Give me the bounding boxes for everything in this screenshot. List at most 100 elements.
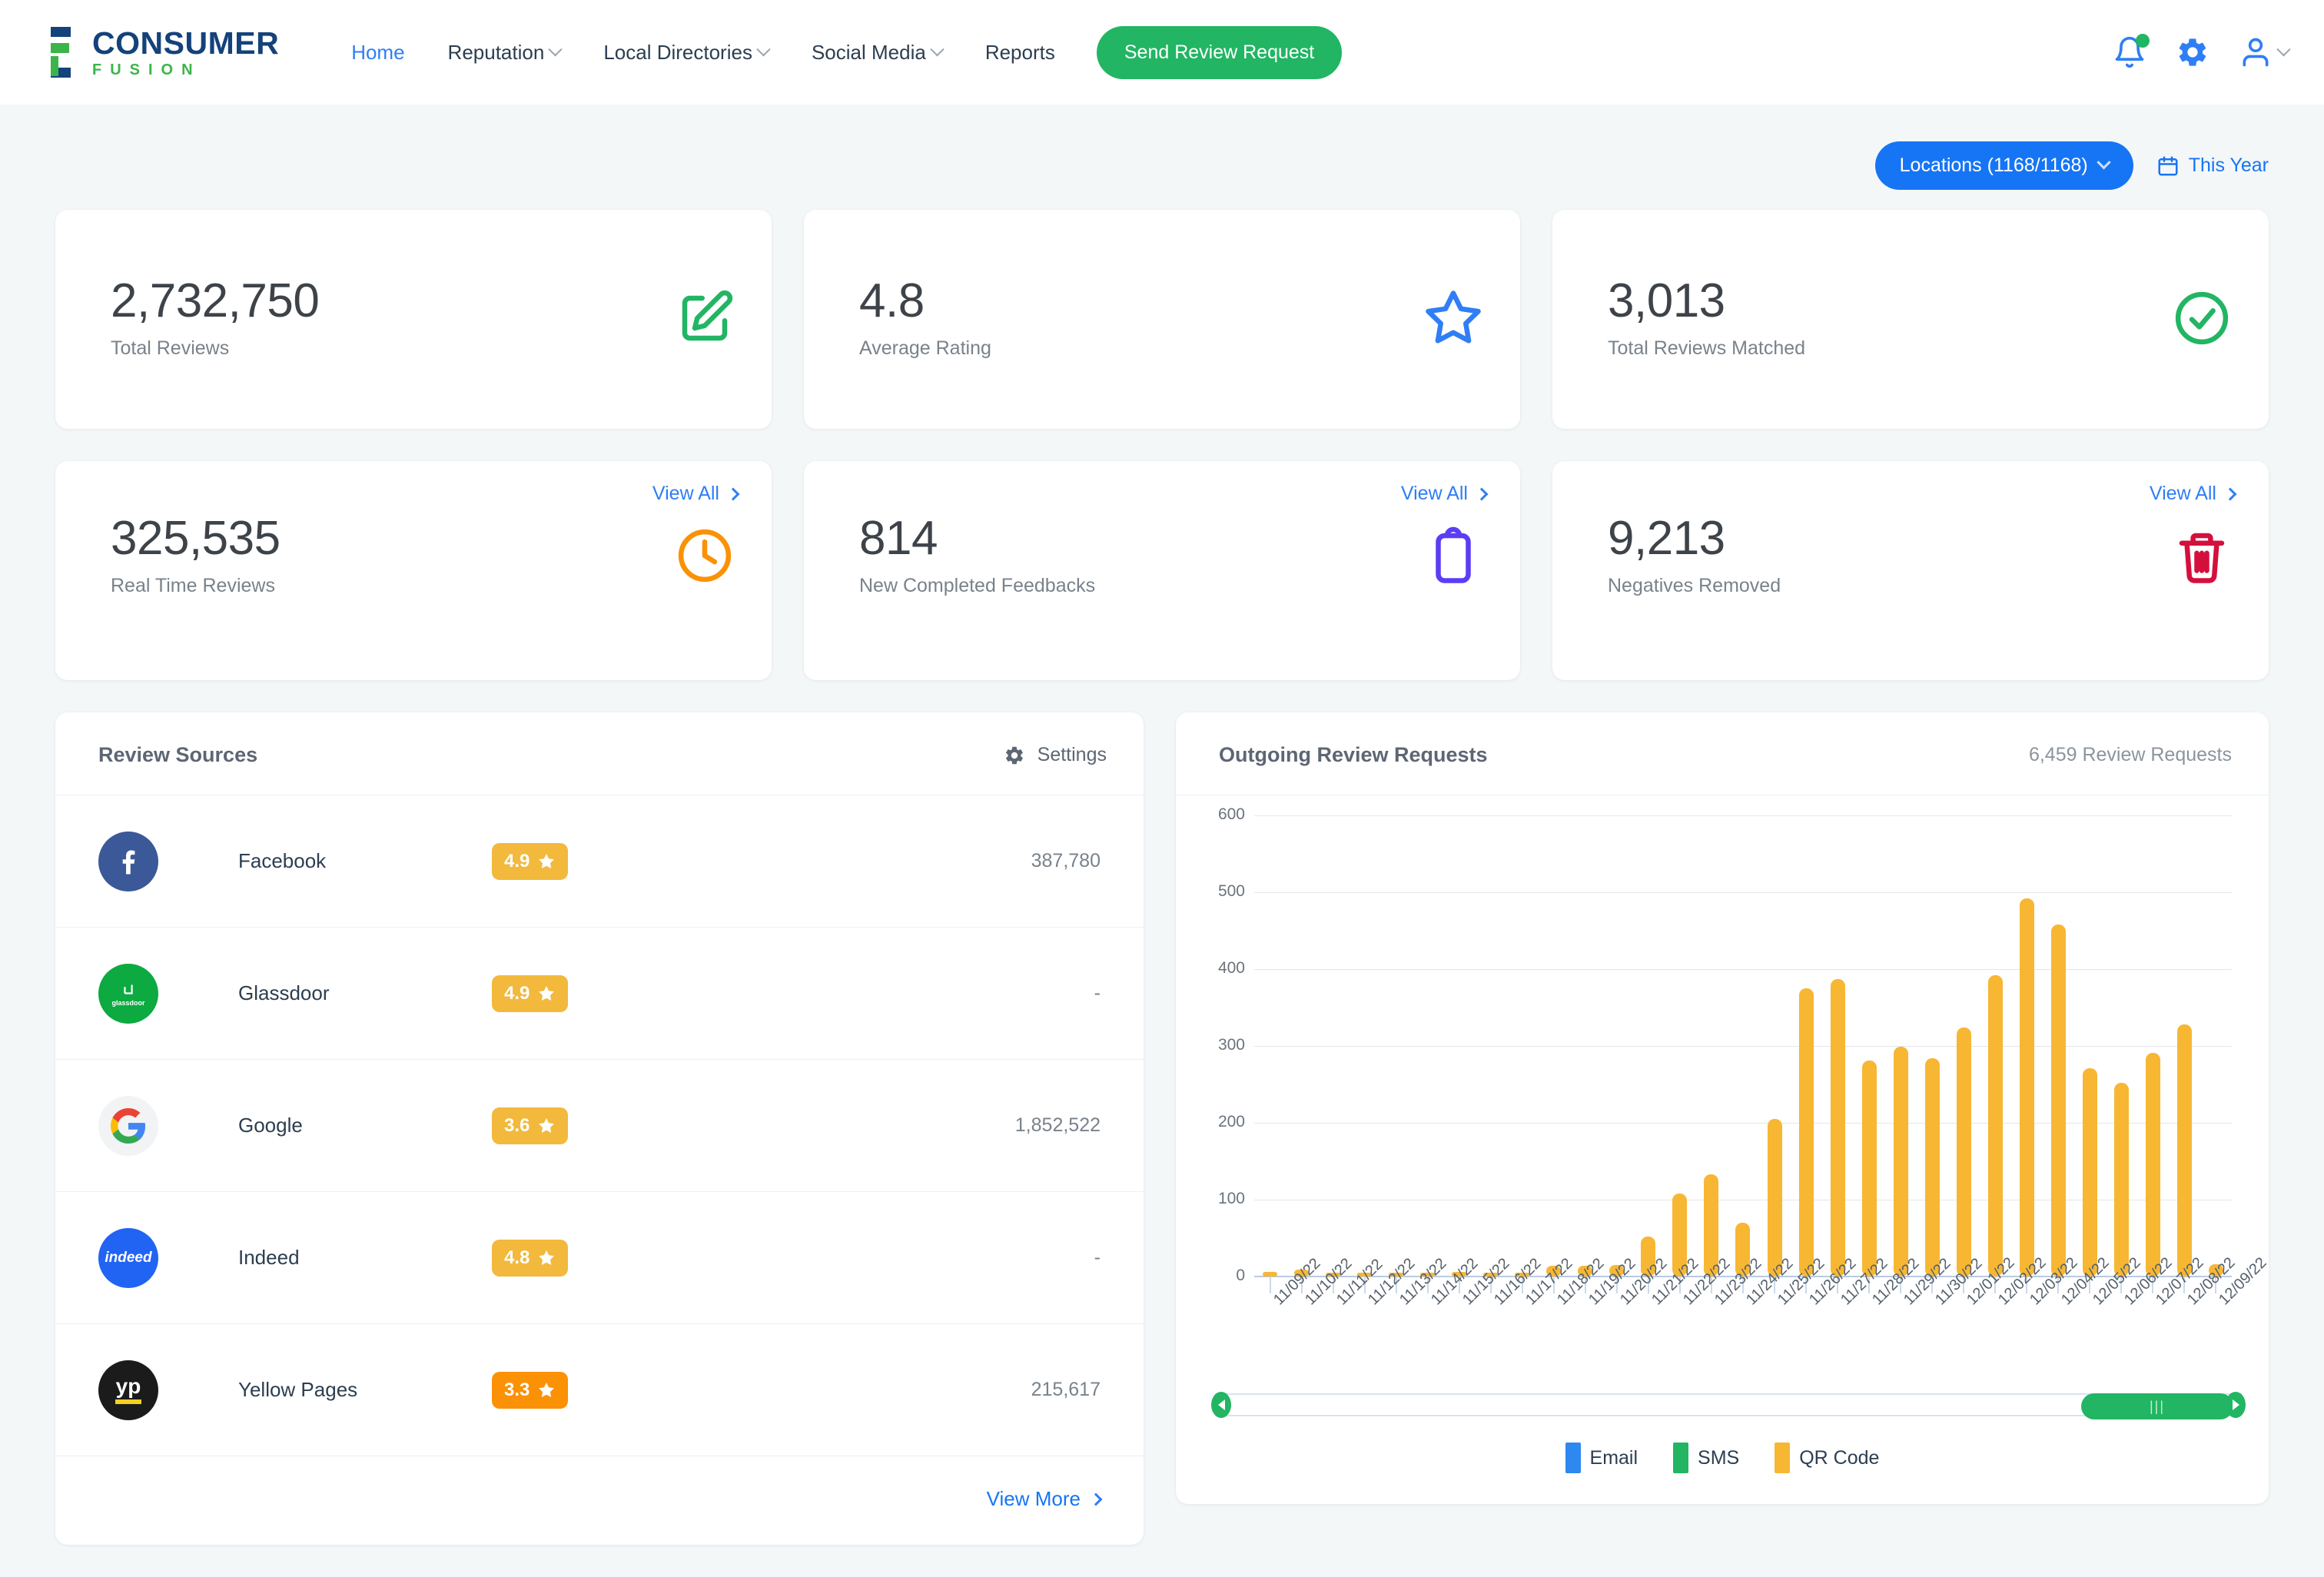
bar-slot [2011,815,2043,1277]
view-all-link[interactable]: View All [2149,483,2237,505]
x-label-slot: 11/24/22 [1727,1255,1797,1386]
bar[interactable] [1924,1058,1940,1277]
legend-item[interactable]: QR Code [1775,1443,1879,1473]
legend-label: SMS [1698,1446,1740,1469]
legend-item[interactable]: SMS [1673,1443,1739,1473]
settings-button[interactable] [2176,35,2209,69]
star-icon [539,853,555,868]
edit-square-icon [672,285,738,351]
stat-value: 814 [859,512,938,566]
bar[interactable] [1987,975,2003,1277]
scroll-right-arrow-icon[interactable] [2226,1392,2246,1418]
bar[interactable] [1893,1047,1908,1277]
chevron-down-icon [930,42,945,56]
locations-filter-button[interactable]: Locations (1168/1168) [1874,141,2133,190]
table-row[interactable]: Facebook 4.9 387,780 [55,795,1144,928]
source-name: Glassdoor [238,981,330,1004]
bar-slot [1601,815,1632,1277]
table-row[interactable]: yp Yellow Pages 3.3 215,617 [55,1324,1144,1456]
dashboard-page: Locations (1168/1168) This Year 2,732,75… [0,105,2324,1545]
chevron-right-icon [1475,487,1489,500]
x-label-slot: 11/22/22 [1664,1255,1734,1386]
rating-badge: 4.8 [492,1239,569,1277]
view-all-label: View All [1400,483,1468,504]
view-all-link[interactable]: View All [1400,483,1489,505]
bar[interactable] [2113,1083,2129,1277]
chart-plot-area: 600 500 400 300 200 100 0 [1202,805,2243,1284]
trash-icon [2169,523,2235,589]
table-row[interactable]: glassdoor Glassdoor 4.9 - [55,928,1144,1060]
nav-item-label: Reputation [447,40,545,64]
axis-tick [1269,1277,1271,1293]
bar[interactable] [1861,1061,1877,1277]
y-axis-tick-label: 600 [1217,805,1245,823]
stat-label: Negatives Removed [1608,574,1781,596]
stat-label: Total Reviews [111,337,230,359]
star-icon [539,985,555,1001]
x-label-slot: 11/21/22 [1632,1255,1702,1386]
legend-item[interactable]: Email [1565,1443,1638,1473]
date-range-filter[interactable]: This Year [2156,154,2269,178]
view-all-link[interactable]: View All [652,483,740,505]
x-label-slot: 12/05/22 [2074,1254,2144,1386]
x-label-slot: 12/06/22 [2106,1254,2176,1386]
bar[interactable] [2145,1053,2160,1277]
nav-item-local-directories[interactable]: Local Directories [582,33,790,72]
bar[interactable] [1798,988,1814,1277]
bar[interactable] [1767,1119,1782,1277]
view-more-link[interactable]: View More [55,1456,1144,1545]
nav-item-label: Reports [984,40,1055,64]
bar[interactable] [2176,1024,2192,1277]
rating-value: 4.9 [504,982,530,1004]
bar[interactable] [2082,1068,2097,1277]
bar-slot [1569,815,1601,1277]
chart-legend: Email SMS QR Code [1176,1416,2269,1504]
x-label-slot: 11/15/22 [1443,1255,1513,1386]
x-label-slot: 11/26/22 [1791,1255,1860,1386]
bar-slot [1917,815,1948,1277]
notifications-button[interactable] [2113,34,2150,69]
star-outline-icon [1420,285,1486,351]
view-all-label: View All [2149,483,2216,504]
chart-horizontal-scrollbar[interactable]: ||| [1211,1392,2246,1419]
bar-slot [2074,815,2106,1277]
send-review-request-button[interactable]: Send Review Request [1096,25,1343,79]
scrollbar-thumb[interactable]: ||| [2081,1393,2233,1419]
stat-label: Average Rating [859,337,991,359]
x-label-slot: 12/01/22 [1948,1254,2018,1386]
brand-logo[interactable]: CONSUMER FUSION [28,24,279,81]
locations-filter-label: Locations (1168/1168) [1899,154,2088,176]
bar-slot [2137,815,2169,1277]
x-label-slot: 12/04/22 [2043,1254,2113,1386]
review-sources-settings-link[interactable]: Settings [1004,744,1107,766]
grip-icon: ||| [2149,1398,2166,1414]
table-row[interactable]: Google 3.6 1,852,522 [55,1060,1144,1192]
bar[interactable] [1956,1028,1971,1277]
bar-slot [1286,815,1317,1277]
bar-slot [1632,815,1664,1277]
x-label-slot: 11/17/22 [1506,1255,1576,1386]
stat-card-new-completed-feedbacks: View All 814 New Completed Feedbacks [804,461,1520,680]
nav-item-social-media[interactable]: Social Media [790,33,964,72]
dashboard-panels: Review Sources Settings Facebook 4.9 387… [55,712,2270,1545]
bar[interactable] [2019,898,2034,1277]
x-label-slot: 11/16/22 [1475,1255,1545,1386]
bar[interactable] [1830,979,1845,1277]
nav-item-reports[interactable]: Reports [964,33,1077,72]
scroll-left-arrow-icon[interactable] [1211,1392,1231,1418]
consumer-fusion-logo-icon [28,24,85,81]
gear-icon [1005,746,1023,764]
nav-item-reputation[interactable]: Reputation [427,33,583,72]
table-row[interactable]: indeed Indeed 4.8 - [55,1192,1144,1324]
user-account-menu[interactable] [2239,35,2291,69]
top-bar-actions [2113,34,2291,69]
x-label-slot: 11/09/22 [1254,1255,1324,1386]
y-axis-tick-label: 200 [1217,1113,1245,1130]
bar-slot [1822,815,1854,1277]
nav-item-home[interactable]: Home [330,33,426,72]
x-label-slot: 11/25/22 [1759,1255,1828,1386]
stat-value: 325,535 [111,512,281,566]
bar[interactable] [2050,925,2066,1277]
x-label-slot: 11/12/22 [1349,1255,1419,1386]
x-label-slot: 11/30/22 [1917,1255,1986,1386]
